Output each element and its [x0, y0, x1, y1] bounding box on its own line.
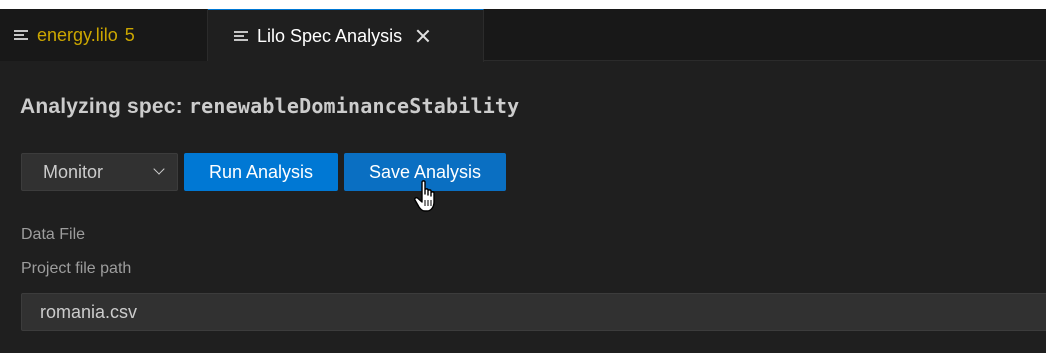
data-file-label: Data File [21, 226, 86, 243]
project-file-path-label: Project file path [21, 260, 132, 277]
page-title-prefix: Analyzing spec: [20, 95, 189, 118]
tab-energy-lilo[interactable]: energy.lilo 5 [0, 9, 208, 61]
chevron-down-icon [153, 163, 165, 175]
tab-label: energy.lilo [37, 24, 118, 45]
page-title: Analyzing spec: renewableDominanceStabil… [20, 94, 519, 119]
run-analysis-button[interactable]: Run Analysis [184, 153, 338, 191]
mode-select-value: Monitor [43, 161, 104, 182]
file-lines-icon [234, 30, 248, 42]
project-file-path-input[interactable] [21, 293, 1046, 331]
tab-label: Lilo Spec Analysis [257, 25, 403, 46]
hand-pointer-icon [414, 180, 435, 212]
problem-count-badge: 5 [124, 24, 135, 45]
tab-lilo-spec-analysis[interactable]: Lilo Spec Analysis [208, 9, 484, 62]
close-icon[interactable] [414, 27, 432, 45]
spec-name: renewableDominanceStability [188, 94, 520, 118]
tab-bar: energy.lilo 5 Lilo Spec Analysis [0, 9, 1046, 62]
file-lines-icon [14, 29, 28, 41]
mode-select[interactable]: Monitor [21, 153, 178, 191]
